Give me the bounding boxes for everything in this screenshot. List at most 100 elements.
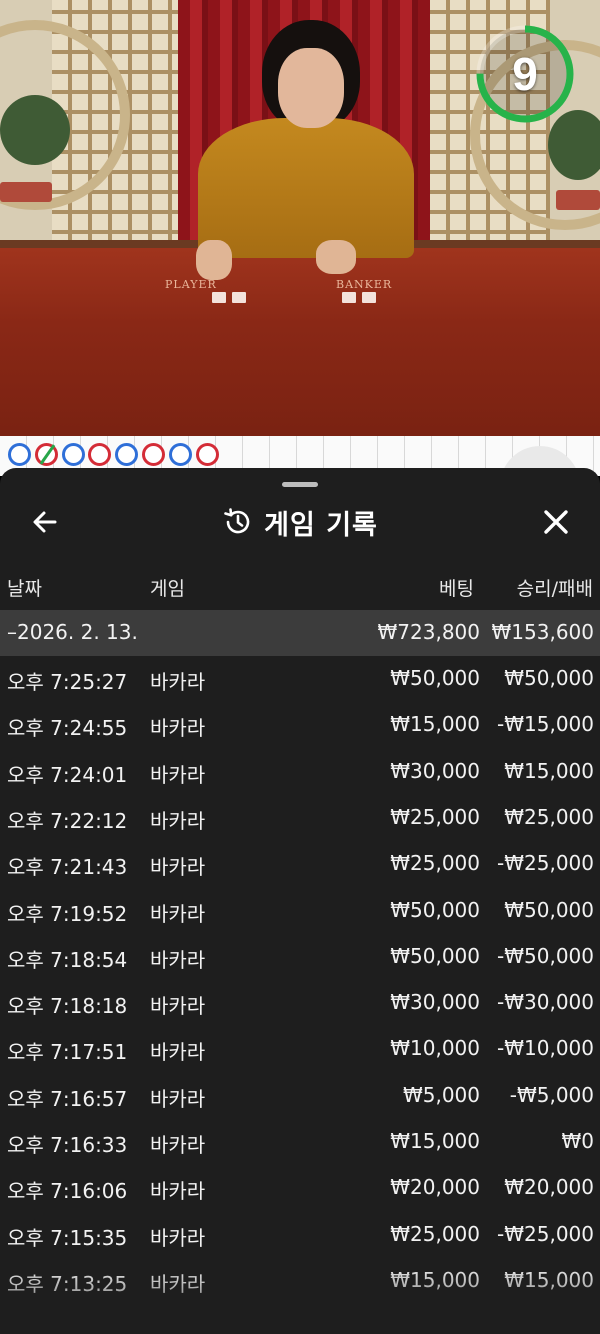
row-time: 오후 7:19:52 [7,901,128,926]
baccarat-table [0,248,600,436]
date-group-date: –2026. 2. 13. [7,620,138,644]
row-time: 오후 7:13:25 [7,1271,128,1296]
dealer-body [198,118,414,258]
row-result: ₩50,000 [504,897,594,922]
row-result: ₩0 [561,1129,595,1153]
row-time: 오후 7:18:18 [7,994,128,1019]
row-result: -₩25,000 [497,1221,594,1246]
history-row[interactable]: 오후 7:19:52 바카라 ₩50,000 ₩50,000 [0,890,600,936]
history-row[interactable]: 오후 7:16:33 바카라 ₩15,000 ₩0 [0,1121,600,1167]
countdown-seconds: 9 [512,48,538,100]
pot-left [0,182,52,202]
row-result: ₩15,000 [504,1267,594,1292]
row-game: 바카라 [150,855,206,880]
dealer-hand [316,240,356,274]
row-game: 바카라 [150,901,206,926]
panel-title: 게임 기록 [264,509,378,541]
row-bet: ₩15,000 [390,1129,480,1153]
row-game: 바카라 [150,947,206,972]
row-bet: ₩50,000 [390,666,480,690]
column-header-game: 게임 [150,578,185,600]
arrow-left-icon [33,511,57,533]
row-game: 바카라 [150,1086,206,1111]
row-bet: ₩10,000 [390,1036,480,1061]
row-bet: ₩15,000 [390,712,480,737]
row-result: -₩5,000 [509,1082,594,1107]
row-result: -₩15,000 [497,712,594,737]
bead-red [142,443,165,466]
row-game: 바카라 [150,1271,206,1296]
bead-red [195,443,219,466]
dealer-face [278,48,344,128]
date-group-total-bet: ₩723,800 [377,620,480,644]
row-bet: ₩5,000 [402,1082,480,1107]
row-game: 바카라 [150,994,206,1019]
column-header-date: 날짜 [7,578,42,600]
history-row[interactable]: 오후 7:13:25 바카라 ₩15,000 ₩15,000 [0,1260,600,1306]
history-row[interactable]: 오후 7:24:01 바카라 ₩30,000 ₩15,000 [0,751,600,797]
history-row[interactable]: 오후 7:18:54 바카라 ₩50,000 -₩50,000 [0,936,600,982]
row-bet: ₩30,000 [390,990,480,1015]
date-group-row[interactable]: –2026. 2. 13. ₩723,800 ₩153,600 [0,610,600,656]
row-game: 바카라 [150,1040,206,1065]
history-row[interactable]: 오후 7:17:51 바카라 ₩10,000 -₩10,000 [0,1028,600,1074]
history-row[interactable]: 오후 7:25:27 바카라 ₩50,000 ₩50,000 [0,658,600,704]
row-bet: ₩25,000 [390,851,480,876]
row-game: 바카라 [150,1179,206,1204]
row-bet: ₩50,000 [390,943,480,968]
column-header-bet: 베팅 [439,578,474,600]
game-history-panel: 게임 기록 날짜 게임 베팅 승리/패배 –2026. 2. 13. ₩723,… [0,468,600,1334]
tie-slash [39,444,56,465]
row-bet: ₩15,000 [390,1267,480,1292]
row-time: 오후 7:22:12 [7,808,128,833]
row-time: 오후 7:24:55 [7,716,128,741]
date-group-total-result: ₩153,600 [491,620,594,644]
row-time: 오후 7:15:35 [7,1225,128,1250]
history-row[interactable]: 오후 7:16:57 바카라 ₩5,000 -₩5,000 [0,1075,600,1121]
history-row[interactable]: 오후 7:15:35 바카라 ₩25,000 -₩25,000 [0,1214,600,1260]
row-time: 오후 7:25:27 [7,670,128,694]
pot-right [556,190,600,210]
row-result: -₩10,000 [497,1036,594,1061]
baccarat-app: PLAYER BANKER 9 게임 기록 날짜 게임 베팅 승리/패배 –20… [0,0,600,1334]
bead-blue [8,443,31,466]
row-game: 바카라 [150,1225,206,1250]
row-result: -₩25,000 [497,851,594,876]
row-time: 오후 7:21:43 [7,855,128,880]
drag-handle[interactable] [282,482,318,487]
dealer-hand [196,240,232,280]
row-bet: ₩30,000 [390,758,480,783]
card [212,292,226,303]
back-button[interactable] [25,502,65,542]
history-row[interactable]: 오후 7:16:06 바카라 ₩20,000 ₩20,000 [0,1167,600,1213]
row-result: -₩30,000 [497,990,594,1015]
banker-area-label: BANKER [336,278,393,291]
row-game: 바카라 [150,670,206,694]
row-result: ₩50,000 [504,666,594,690]
row-time: 오후 7:16:33 [7,1133,128,1157]
card [362,292,376,303]
row-result: ₩25,000 [504,804,594,829]
bead-blue [168,443,192,466]
row-bet: ₩25,000 [390,804,480,829]
row-bet: ₩50,000 [390,897,480,922]
history-row[interactable]: 오후 7:18:18 바카라 ₩30,000 -₩30,000 [0,982,600,1028]
card [232,292,246,303]
close-button[interactable] [536,502,576,542]
row-bet: ₩20,000 [390,1175,480,1200]
live-video[interactable]: PLAYER BANKER 9 [0,0,600,436]
row-result: ₩15,000 [504,758,594,783]
row-game: 바카라 [150,762,206,787]
column-header-result: 승리/패배 [516,578,593,600]
history-row[interactable]: 오후 7:22:12 바카라 ₩25,000 ₩25,000 [0,797,600,843]
row-game: 바카라 [150,716,206,741]
row-time: 오후 7:16:06 [7,1179,128,1204]
history-row[interactable]: 오후 7:21:43 바카라 ₩25,000 -₩25,000 [0,843,600,889]
row-time: 오후 7:17:51 [7,1040,128,1065]
bead-blue [61,443,85,466]
card [342,292,356,303]
row-result: -₩50,000 [497,943,594,968]
history-row[interactable]: 오후 7:24:55 바카라 ₩15,000 -₩15,000 [0,704,600,750]
row-game: 바카라 [150,808,206,833]
row-game: 바카라 [150,1133,206,1157]
